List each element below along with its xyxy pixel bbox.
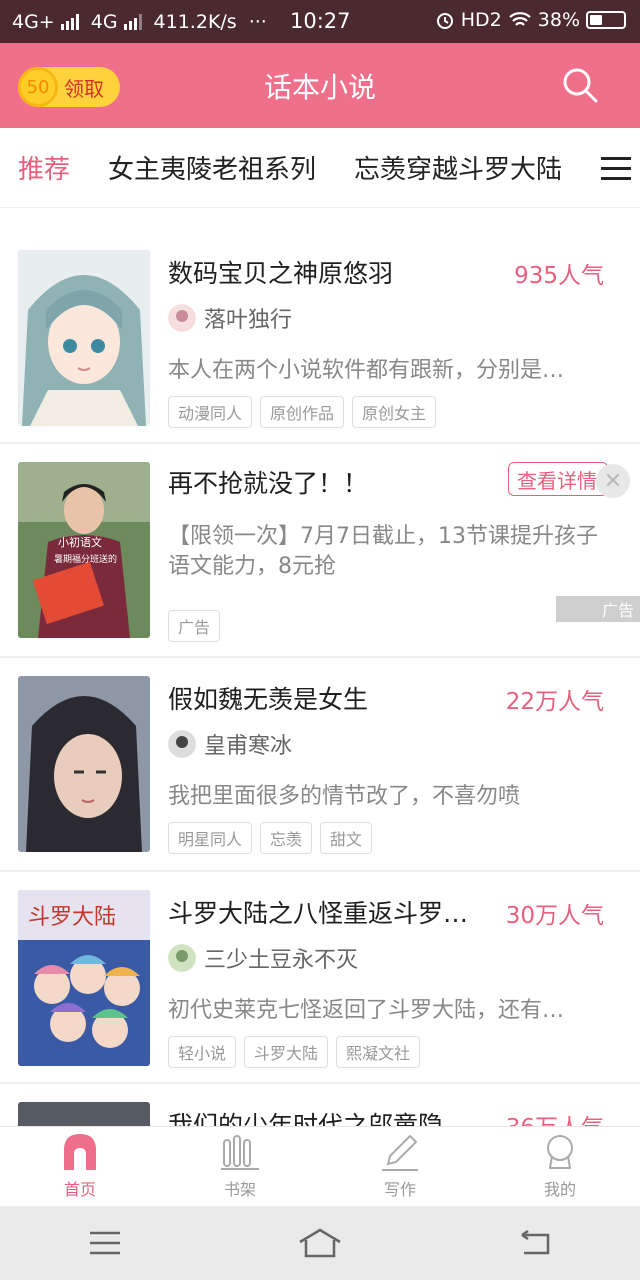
book-title: 数码宝贝之神原悠羽 bbox=[168, 259, 394, 288]
clock: 10:27 bbox=[290, 9, 351, 33]
home-icon bbox=[64, 1134, 96, 1170]
category-tabs: 推荐 女主夷陵老祖系列 忘羡穿越斗罗大陆 bbox=[0, 128, 640, 208]
ad-cover-text: 小初语文 bbox=[58, 535, 102, 549]
book-description: 我把里面很多的情节改了，不喜勿喷 bbox=[168, 784, 521, 809]
book-title: 我们的少年时代之邬童隐… bbox=[168, 1111, 469, 1126]
author: 落叶独行 bbox=[168, 302, 292, 334]
popularity: 935人气 bbox=[514, 263, 604, 289]
ad-badge: 广告 bbox=[556, 596, 640, 622]
popularity: 36万人气 bbox=[506, 1108, 604, 1126]
book-cover: 斗罗大陆 bbox=[18, 890, 150, 1066]
tag[interactable]: 甜文 bbox=[320, 822, 373, 854]
author: 皇甫寒冰 bbox=[168, 728, 292, 760]
book-cover bbox=[18, 1102, 150, 1126]
author-name: 皇甫寒冰 bbox=[204, 734, 293, 759]
network-speed: 411.2K/s bbox=[153, 10, 237, 33]
system-nav-bar bbox=[0, 1206, 640, 1280]
list-item[interactable]: 假如魏无羡是女生 22万人气 皇甫寒冰 我把里面很多的情节改了，不喜勿喷 明星同… bbox=[0, 658, 640, 872]
author-name: 三少土豆永不灭 bbox=[204, 948, 359, 973]
popularity: 30万人气 bbox=[505, 903, 604, 929]
tag[interactable]: 忘羡 bbox=[260, 822, 313, 854]
tab-recommend[interactable]: 推荐 bbox=[18, 149, 70, 186]
tag[interactable]: 明星同人 bbox=[168, 822, 253, 854]
tag[interactable]: 原创作品 bbox=[260, 396, 345, 428]
nav-bookshelf[interactable]: 书架 bbox=[160, 1127, 320, 1206]
book-cover bbox=[18, 250, 150, 426]
author-avatar bbox=[168, 944, 196, 972]
tag[interactable]: 斗罗大陆 bbox=[244, 1036, 329, 1068]
network-type-2: 4G bbox=[90, 10, 118, 33]
book-title: 斗罗大陆之八怪重返斗罗… bbox=[168, 899, 469, 928]
ad-description: 【限领一次】7月7日截止，13节课提升孩子语文能力，8元抢 bbox=[168, 524, 598, 579]
author: 三少土豆永不灭 bbox=[168, 942, 358, 974]
nav-write[interactable]: 写作 bbox=[320, 1127, 480, 1206]
ad-badge-label: 广告 bbox=[601, 601, 634, 620]
nav-label: 书架 bbox=[223, 1180, 256, 1199]
book-description: 本人在两个小说软件都有跟新，分别是… bbox=[168, 358, 565, 383]
tag-list: 广告 bbox=[168, 610, 221, 642]
page-title: 话本小说 bbox=[263, 70, 376, 104]
tag-list: 轻小说 斗罗大陆 熙凝文社 bbox=[168, 1036, 421, 1068]
alarm-icon bbox=[436, 13, 453, 29]
search-icon[interactable] bbox=[560, 65, 600, 105]
claim-label: 领取 bbox=[64, 76, 104, 101]
tag[interactable]: 原创女主 bbox=[352, 396, 437, 428]
tab-series-1[interactable]: 女主夷陵老祖系列 bbox=[108, 149, 316, 186]
ad-tag: 广告 bbox=[168, 610, 221, 642]
more-indicator: ··· bbox=[248, 10, 267, 33]
list-item[interactable]: 斗罗大陆 斗罗大陆之八怪重返斗罗… 30万人气 三少土豆永不灭 初代史莱克七怪返… bbox=[0, 872, 640, 1084]
claim-coins-button[interactable]: 50 领取 bbox=[18, 67, 120, 107]
tag[interactable]: 动漫同人 bbox=[168, 396, 253, 428]
close-icon[interactable]: ✕ bbox=[596, 464, 630, 498]
network-type-1: 4G+ bbox=[12, 10, 55, 33]
home-icon[interactable] bbox=[298, 1228, 342, 1258]
nav-label: 我的 bbox=[543, 1180, 576, 1199]
tag-list: 明星同人 忘羡 甜文 bbox=[168, 822, 373, 854]
tab-series-2[interactable]: 忘羡穿越斗罗大陆 bbox=[354, 149, 562, 186]
nav-label: 首页 bbox=[63, 1180, 96, 1199]
book-title: 假如魏无羡是女生 bbox=[168, 685, 369, 714]
pen-icon bbox=[382, 1134, 418, 1171]
tag[interactable]: 轻小说 bbox=[168, 1036, 237, 1068]
cover-logo-text: 斗罗大陆 bbox=[28, 905, 116, 930]
wifi-icon bbox=[509, 12, 531, 26]
app-header: 50 领取 话本小说 bbox=[0, 43, 640, 128]
nav-label: 写作 bbox=[383, 1180, 416, 1199]
bookshelf-icon bbox=[221, 1135, 259, 1170]
bottom-nav: 首页 书架 写作 我的 bbox=[0, 1126, 640, 1206]
book-description: 初代史莱克七怪返回了斗罗大陆，还有… bbox=[168, 998, 565, 1023]
tag-list: 动漫同人 原创作品 原创女主 bbox=[168, 396, 437, 428]
author-name: 落叶独行 bbox=[204, 308, 293, 333]
author-avatar bbox=[168, 304, 196, 332]
signal-icon bbox=[123, 13, 142, 30]
menu-icon[interactable] bbox=[88, 1229, 122, 1257]
ad-cover: 小初语文 暑期福分班送的 bbox=[18, 462, 150, 638]
popularity: 22万人气 bbox=[505, 689, 604, 715]
hd-indicator: HD2 bbox=[460, 9, 502, 31]
ad-title: 再不抢就没了！！ bbox=[168, 469, 369, 498]
profile-icon bbox=[547, 1135, 573, 1169]
nav-profile[interactable]: 我的 bbox=[480, 1127, 640, 1206]
list-item[interactable]: 数码宝贝之神原悠羽 935人气 落叶独行 本人在两个小说软件都有跟新，分别是… … bbox=[0, 208, 640, 444]
ad-item[interactable]: 小初语文 暑期福分班送的 再不抢就没了！！ 查看详情 ✕ 【限领一次】7月7日截… bbox=[0, 444, 640, 658]
back-icon[interactable] bbox=[518, 1229, 552, 1257]
tag[interactable]: 熙凝文社 bbox=[336, 1036, 421, 1068]
signal-icon bbox=[60, 13, 79, 30]
status-bar: 4G+ 4G 411.2K/s ··· 10:27 HD2 38% bbox=[0, 0, 640, 43]
author-avatar bbox=[168, 730, 196, 758]
list-item[interactable]: 我们的少年时代之邬童隐… 36万人气 bbox=[0, 1084, 640, 1126]
book-cover bbox=[18, 676, 150, 852]
nav-home[interactable]: 首页 bbox=[0, 1127, 160, 1206]
ad-cover-text: 暑期福分班送的 bbox=[54, 553, 117, 565]
battery-percent: 38% bbox=[537, 9, 580, 31]
view-details-button[interactable]: 查看详情 bbox=[508, 462, 608, 496]
battery-icon bbox=[586, 11, 626, 29]
coin-icon: 50 bbox=[18, 67, 58, 107]
novel-feed: 数码宝贝之神原悠羽 935人气 落叶独行 本人在两个小说软件都有跟新，分别是… … bbox=[0, 208, 640, 1126]
tabs-menu-icon[interactable] bbox=[592, 128, 640, 207]
